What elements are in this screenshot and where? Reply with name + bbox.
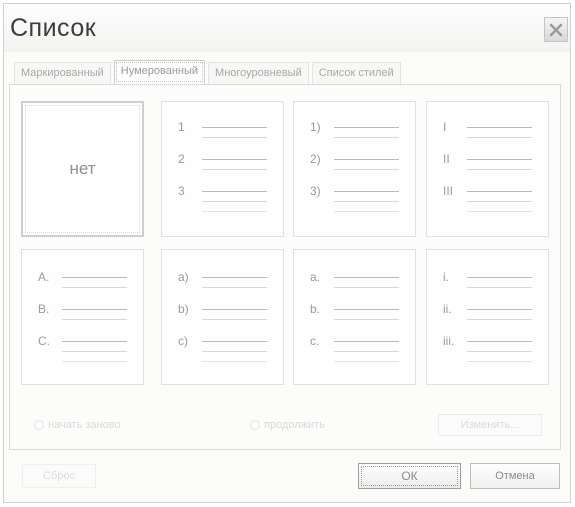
dialog-footer: Сброс ОК Отмена: [0, 462, 575, 492]
continue-numbering-radio[interactable]: продолжить: [250, 419, 325, 431]
change-button[interactable]: Изменить...: [438, 414, 542, 436]
restart-numbering-radio[interactable]: начать заново: [34, 419, 121, 431]
list-style-none[interactable]: нет: [21, 101, 144, 237]
list-style-gallery: нет 1 2 3 1) 2) 3) I II III A. B. C. a) …: [21, 101, 561, 393]
dialog-title: Список: [10, 14, 97, 42]
list-item: iii.: [437, 334, 538, 364]
list-item: III: [437, 184, 538, 214]
none-label: нет: [69, 159, 96, 178]
list-item: c.: [304, 334, 405, 364]
cancel-button[interactable]: Отмена: [470, 463, 560, 489]
list-item: a.: [304, 270, 405, 300]
list-style-alpha-lower-paren[interactable]: a) b) c): [161, 249, 284, 385]
tab-list-styles[interactable]: Список стилей: [311, 62, 401, 84]
list-item: b.: [304, 302, 405, 332]
list-item: i.: [437, 270, 538, 300]
tab-multilevel[interactable]: Многоуровневый: [208, 62, 309, 84]
list-style-alpha-lower-dot[interactable]: a. b. c.: [293, 249, 416, 385]
tab-numbered[interactable]: Нумерованный: [113, 60, 206, 84]
tab-bulleted[interactable]: Маркированный: [14, 62, 111, 84]
title-bar: Список: [4, 4, 570, 52]
list-item: A.: [32, 270, 133, 300]
list-item: c): [172, 334, 273, 364]
list-style-arabic[interactable]: 1 2 3: [161, 101, 284, 237]
list-item: 1): [304, 120, 405, 150]
list-item: 2): [304, 152, 405, 182]
restart-numbering-label: начать заново: [48, 419, 121, 431]
reset-button[interactable]: Сброс: [22, 464, 96, 488]
list-item: 2: [172, 152, 273, 182]
radio-circle-icon: [34, 420, 44, 430]
close-button[interactable]: [544, 17, 568, 42]
list-item: 3): [304, 184, 405, 214]
close-icon: [549, 23, 563, 36]
list-style-roman-upper[interactable]: I II III: [426, 101, 549, 237]
continue-numbering-label: продолжить: [264, 419, 325, 431]
list-style-roman-lower[interactable]: i. ii. iii.: [426, 249, 549, 385]
list-item: b): [172, 302, 273, 332]
radio-circle-icon: [250, 420, 260, 430]
list-style-arabic-paren[interactable]: 1) 2) 3): [293, 101, 416, 237]
list-style-alpha-upper[interactable]: A. B. C.: [21, 249, 144, 385]
tab-strip: Маркированный Нумерованный Многоуровневы…: [14, 60, 404, 84]
list-item: ii.: [437, 302, 538, 332]
list-item: 3: [172, 184, 273, 214]
list-item: II: [437, 152, 538, 182]
ok-button[interactable]: ОК: [358, 463, 461, 489]
list-item: 1: [172, 120, 273, 150]
list-item: C.: [32, 334, 133, 364]
list-item: B.: [32, 302, 133, 332]
list-item: a): [172, 270, 273, 300]
numbering-options: начать заново продолжить Изменить...: [0, 414, 575, 438]
list-item: I: [437, 120, 538, 150]
